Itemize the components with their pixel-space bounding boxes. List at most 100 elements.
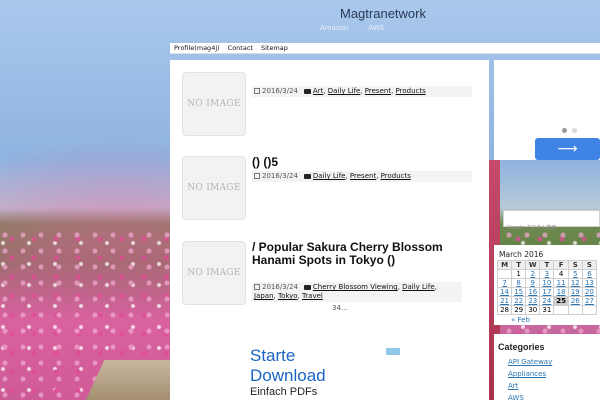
calendar-title: March 2016: [499, 250, 544, 259]
post-meta: 2016/3/24 Art, Daily Life, Present, Produ…: [252, 86, 472, 97]
prev-month-link[interactable]: « Feb: [511, 316, 597, 324]
calendar-day[interactable]: 19: [567, 287, 583, 297]
calendar-day[interactable]: 20: [581, 287, 598, 297]
category-link[interactable]: Daily Life: [402, 283, 435, 291]
post-date: 2016/3/24: [262, 87, 298, 95]
category-link[interactable]: Tokyo: [278, 292, 298, 300]
calendar-day[interactable]: 24: [539, 296, 555, 306]
calendar-day: 25: [553, 296, 569, 306]
calendar-day[interactable]: 3: [539, 269, 555, 279]
site-title[interactable]: Magtranetwork: [340, 6, 426, 21]
nav-sitemap[interactable]: Sitemap: [261, 44, 288, 52]
category-link[interactable]: Travel: [302, 292, 323, 300]
calendar-day[interactable]: 8: [511, 278, 527, 288]
slider-dot[interactable]: [572, 128, 577, 133]
calendar-day[interactable]: 10: [539, 278, 555, 288]
post-date: 2016/3/24: [262, 283, 298, 291]
advertisement[interactable]: Starte Download Einfach PDFs: [250, 346, 400, 400]
calendar-weekday: S: [567, 260, 583, 270]
calendar-day: 29: [511, 305, 527, 315]
post-thumbnail[interactable]: NO IMAGE: [182, 241, 246, 305]
sub-nav: Amazon AWS: [320, 24, 384, 32]
calendar-day: [496, 269, 513, 279]
calendar-widget: March 2016 MTWTFSS 1 2 3 4 5 6 7 8 9 10 11 12 13 14 15…: [494, 245, 600, 325]
calendar-icon: [254, 173, 260, 179]
search-input[interactable]: Google カスタム検索: [503, 210, 600, 231]
category-link[interactable]: Daily Life: [328, 87, 361, 95]
calendar-day[interactable]: 21: [496, 296, 513, 306]
calendar-day[interactable]: 23: [525, 296, 541, 306]
category-item[interactable]: Appliances: [508, 370, 596, 378]
arrow-right-icon: ⟶: [557, 141, 578, 157]
category-link[interactable]: Present: [365, 87, 391, 95]
post-meta: 2016/3/24 Cherry Blossom Viewing, Daily L…: [252, 282, 462, 302]
calendar-day[interactable]: 12: [567, 278, 583, 288]
categories-title: Categories: [498, 342, 545, 352]
calendar-weekday: F: [553, 260, 569, 270]
top-nav: Profile(mag4j) Contact Sitemap: [170, 43, 600, 54]
category-item[interactable]: AWS: [508, 394, 596, 400]
post-list: NO IMAGE 2016/3/24 Art, Daily Life, Prese…: [170, 60, 489, 400]
category-link[interactable]: Daily Life: [313, 172, 346, 180]
calendar-icon: [254, 88, 260, 94]
calendar-weekday: S: [581, 260, 598, 270]
calendar-day[interactable]: 26: [567, 296, 583, 306]
calendar-day: 1: [511, 269, 527, 279]
category-item[interactable]: API Gateway: [508, 358, 596, 366]
calendar-day[interactable]: 5: [567, 269, 583, 279]
calendar-weekday: T: [539, 260, 555, 270]
categories-widget: Categories API Gateway Appliances Art AWS: [494, 334, 600, 400]
nav-profile[interactable]: Profile(mag4j): [174, 44, 220, 52]
post-thumbnail[interactable]: NO IMAGE: [182, 72, 246, 136]
slider-dot[interactable]: [562, 128, 567, 133]
calendar-day: 28: [496, 305, 513, 315]
calendar-day[interactable]: 16: [525, 287, 541, 297]
calendar-table: MTWTFSS 1 2 3 4 5 6 7 8 9 10 11 12 13 14 15 16 17 18 19 20 2…: [496, 260, 598, 315]
folder-icon: [303, 88, 311, 94]
post-title[interactable]: () ()5: [252, 156, 452, 169]
folder-icon: [303, 173, 311, 179]
sidebar-slider: ⟶: [494, 60, 600, 160]
calendar-day: [567, 305, 583, 315]
post-thumbnail[interactable]: NO IMAGE: [182, 156, 246, 220]
category-link[interactable]: Japan: [254, 292, 274, 300]
calendar-day: 4: [553, 269, 569, 279]
next-arrow-button[interactable]: ⟶: [535, 138, 600, 160]
ad-line: Starte: [250, 346, 296, 365]
category-link[interactable]: Art: [313, 87, 323, 95]
calendar-day[interactable]: 27: [581, 296, 598, 306]
calendar-day: 30: [525, 305, 541, 315]
pagination-text: 34...: [332, 304, 348, 312]
post-meta: 2016/3/24 Daily Life, Present, Products: [252, 171, 472, 182]
post-date: 2016/3/24: [262, 172, 298, 180]
sub-nav-amazon[interactable]: Amazon: [320, 24, 348, 32]
calendar-day: 31: [539, 305, 555, 315]
calendar-day: [553, 305, 569, 315]
category-link[interactable]: Products: [381, 172, 411, 180]
calendar-day[interactable]: 6: [581, 269, 598, 279]
category-link[interactable]: Present: [350, 172, 376, 180]
calendar-weekday: M: [496, 260, 513, 270]
sub-nav-aws[interactable]: AWS: [368, 24, 384, 32]
adchoices-icon[interactable]: [386, 348, 400, 355]
calendar-day[interactable]: 11: [553, 278, 569, 288]
category-item[interactable]: Art: [508, 382, 596, 390]
calendar-day[interactable]: 13: [581, 278, 598, 288]
calendar-day[interactable]: 2: [525, 269, 541, 279]
ad-line: Einfach PDFs: [250, 386, 318, 398]
calendar-day: [581, 305, 598, 315]
calendar-weekday: T: [511, 260, 527, 270]
nav-contact[interactable]: Contact: [228, 44, 253, 52]
calendar-day[interactable]: 22: [511, 296, 527, 306]
calendar-day[interactable]: 7: [496, 278, 513, 288]
calendar-day[interactable]: 14: [496, 287, 513, 297]
calendar-day[interactable]: 18: [553, 287, 569, 297]
calendar-day[interactable]: 9: [525, 278, 541, 288]
folder-icon: [303, 284, 311, 290]
calendar-day[interactable]: 17: [539, 287, 555, 297]
calendar-day[interactable]: 15: [511, 287, 527, 297]
category-link[interactable]: Products: [396, 87, 426, 95]
post-title[interactable]: / Popular Sakura Cherry Blossom Hanami S…: [252, 241, 447, 267]
category-link[interactable]: Cherry Blossom Viewing: [313, 283, 398, 291]
calendar-icon: [254, 284, 260, 290]
